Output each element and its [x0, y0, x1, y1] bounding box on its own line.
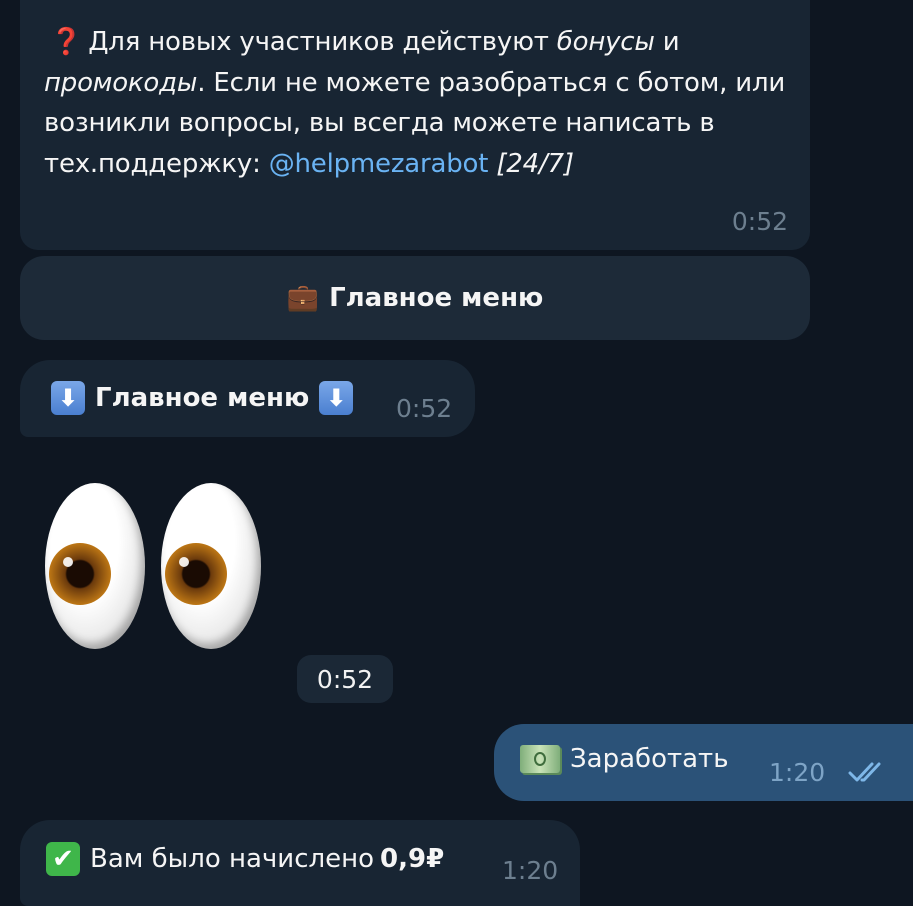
double-check-icon [848, 762, 881, 782]
message-main-menu-label: Главное меню [95, 383, 310, 413]
credit-amount: 0,9₽ [380, 844, 445, 874]
message-credit: ✔ Вам было начислено 0,9₽ 1:20 [20, 820, 580, 906]
main-menu-keyboard-button[interactable]: 💼 Главное меню [20, 256, 810, 340]
message-info: ❓ Для новых участников действуют бонусы и… [20, 0, 810, 250]
arrow-down-icon: ⬇ [51, 381, 85, 415]
main-menu-button-label: Главное меню [329, 283, 544, 313]
sticker-time: 0:52 [297, 655, 393, 703]
question-mark-icon: ❓ [50, 27, 83, 57]
money-icon [520, 745, 560, 773]
message-time: 1:20 [502, 856, 559, 885]
arrow-down-icon: ⬇ [319, 381, 354, 415]
briefcase-icon: 💼 [286, 283, 320, 313]
eyes-icon [161, 483, 261, 649]
message-main-menu: ⬇ Главное меню ⬇ 0:52 [20, 360, 475, 437]
message-time: 0:52 [731, 207, 788, 236]
message-time: 0:52 [396, 394, 453, 423]
message-info-text: ❓ Для новых участников действуют бонусы и… [44, 27, 786, 179]
eyes-icon [45, 483, 145, 649]
eyes-sticker[interactable] [45, 483, 265, 653]
message-time: 1:20 [769, 758, 826, 787]
support-link[interactable]: @helpmezarabot [269, 149, 489, 179]
outgoing-message-label: Заработать [570, 744, 729, 774]
outgoing-message: Заработать 1:20 [494, 724, 913, 801]
check-mark-icon: ✔ [46, 842, 80, 876]
message-credit-text: Вам было начислено [90, 844, 375, 874]
